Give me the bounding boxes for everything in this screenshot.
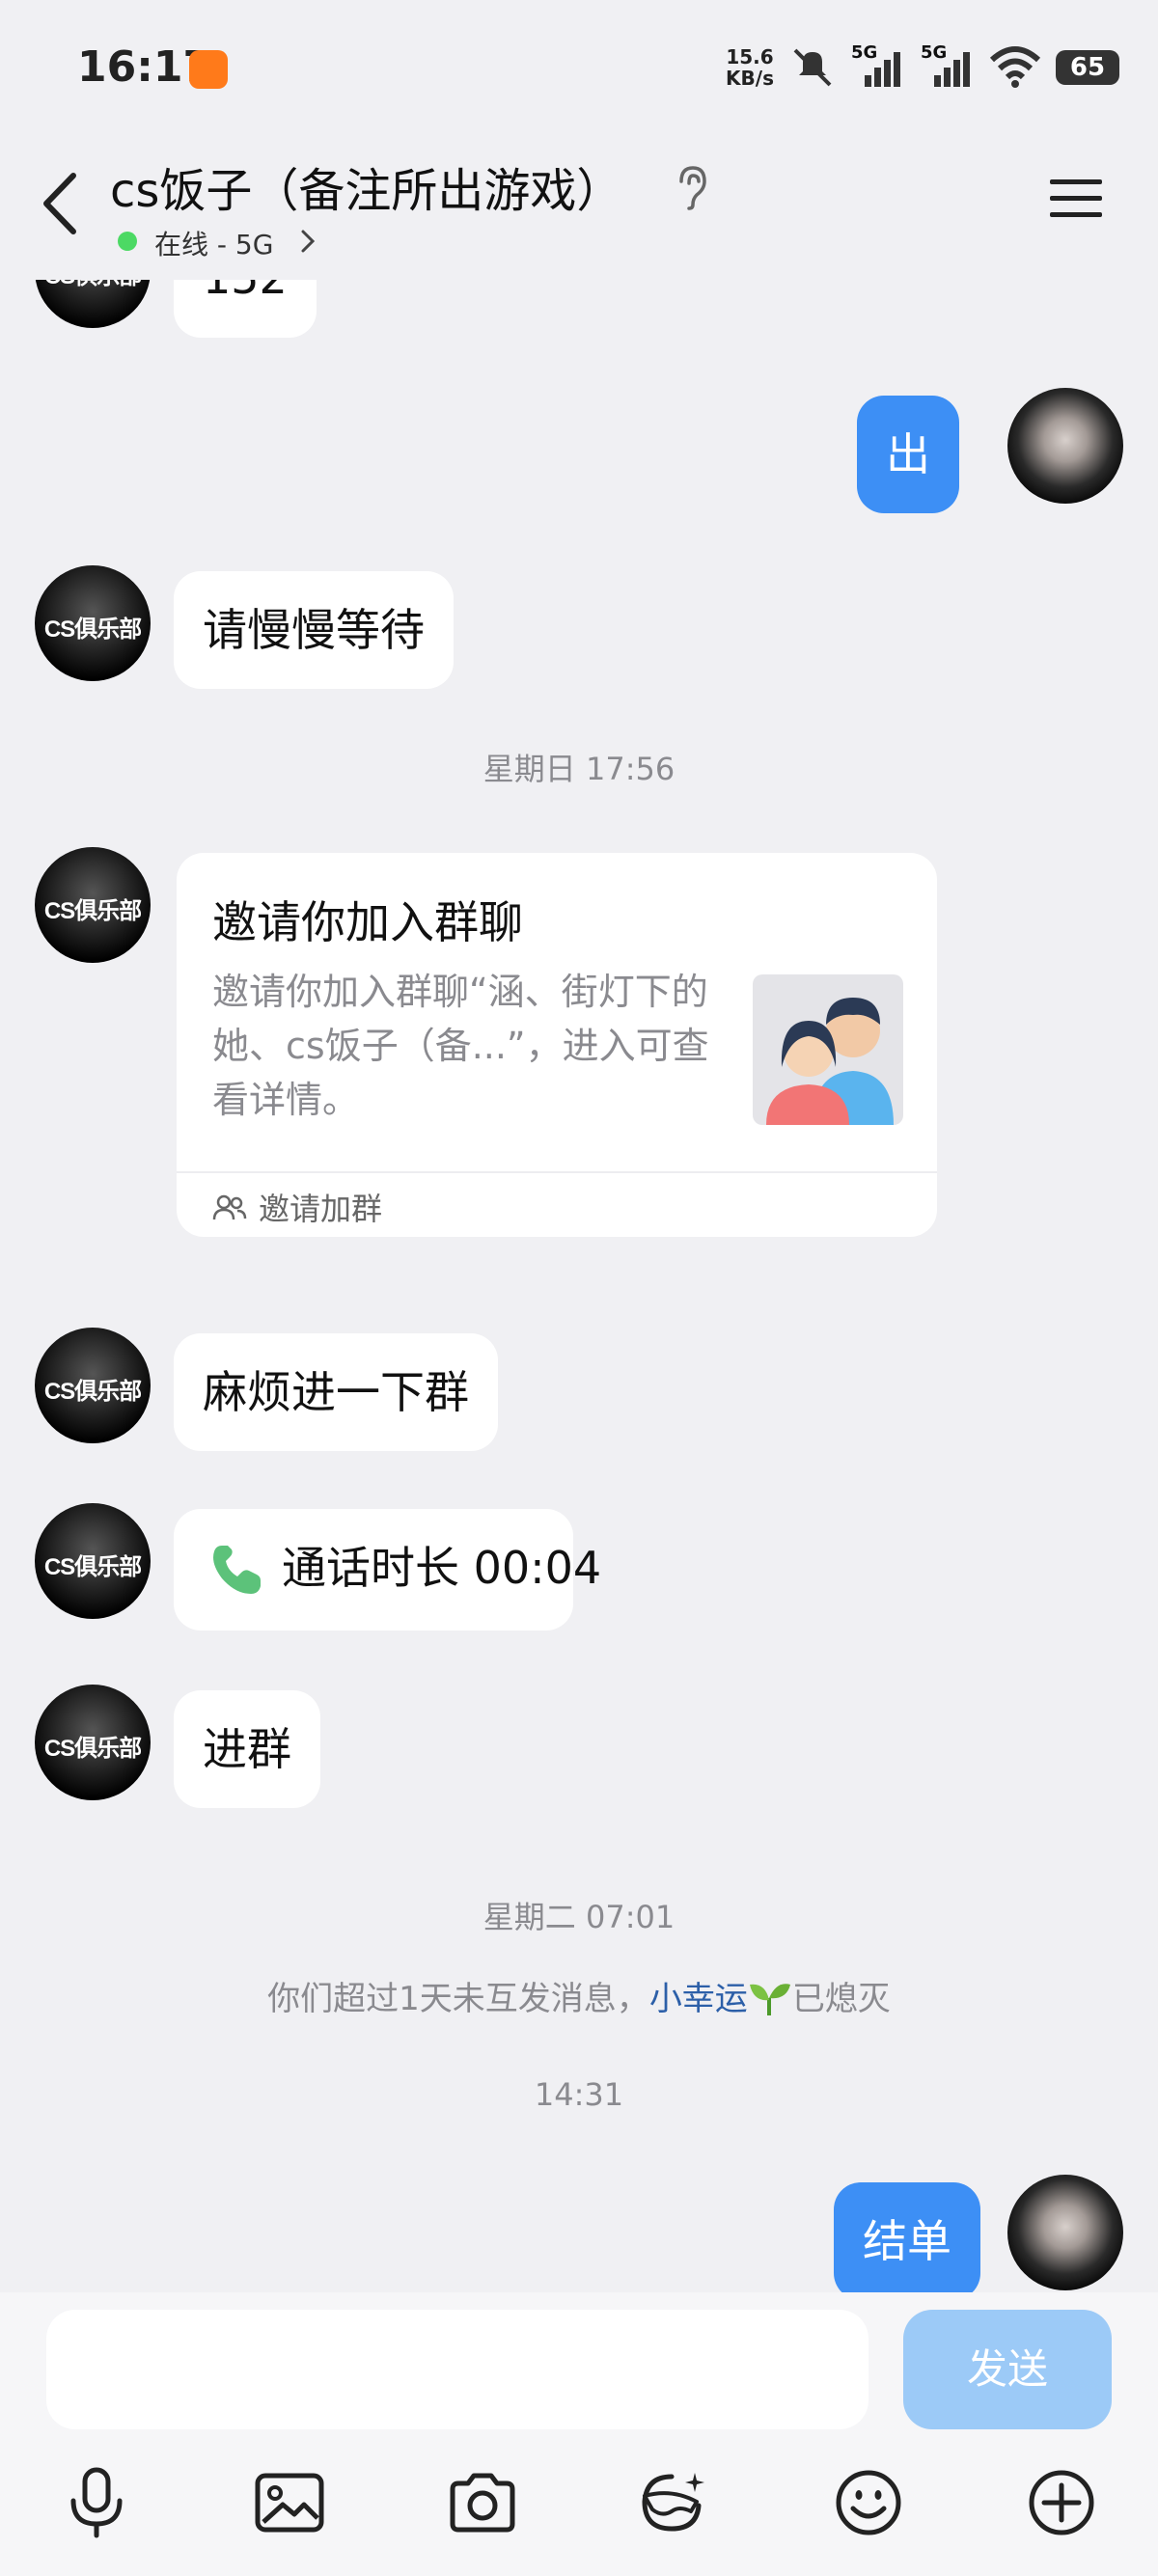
- chat-title[interactable]: cs饭子（备注所出游戏）: [110, 152, 622, 220]
- card-divider: [177, 1171, 937, 1173]
- contact-avatar[interactable]: CS俱乐部: [35, 1685, 151, 1800]
- invite-card-description: 邀请你加入群聊“涵、街灯下的她、cs饭子（备...”，进入可查看详情。: [212, 971, 709, 1121]
- menu-icon[interactable]: [1048, 178, 1104, 220]
- status-bar: 16:17 15.6 KB/s 5G 5G 65: [0, 0, 1158, 135]
- invite-card-title: 邀请你加入群聊: [212, 896, 523, 948]
- my-message-bubble[interactable]: 结单: [834, 2182, 980, 2300]
- app-notification-icon: [189, 50, 228, 89]
- invite-card-footer: 邀请加群: [259, 1191, 383, 1227]
- camera-icon[interactable]: [442, 2462, 523, 2543]
- message-bubble[interactable]: 麻烦进一下群: [174, 1333, 498, 1451]
- net-speed: 15.6 KB/s: [726, 45, 774, 90]
- contact-avatar[interactable]: CS俱乐部: [35, 1503, 151, 1619]
- chevron-right-icon[interactable]: [299, 228, 317, 255]
- emoji-icon[interactable]: [828, 2462, 909, 2543]
- online-status-dot: [118, 232, 137, 251]
- my-message-bubble[interactable]: 出: [857, 396, 959, 513]
- status-icons: 15.6 KB/s 5G 5G 65: [726, 39, 1119, 96]
- sprout-icon: [749, 1984, 790, 2015]
- group-icon: [212, 1194, 247, 1220]
- mute-icon: [793, 48, 832, 87]
- phone-icon: [213, 1546, 261, 1594]
- my-avatar[interactable]: [1007, 388, 1123, 504]
- contact-avatar[interactable]: CS俱乐部: [35, 847, 151, 963]
- plus-icon[interactable]: [1021, 2462, 1102, 2543]
- signal-5g-icon: 5G: [851, 42, 905, 89]
- group-avatar-image: [753, 974, 903, 1125]
- my-avatar[interactable]: [1007, 2175, 1123, 2290]
- ear-icon[interactable]: [676, 164, 710, 210]
- timestamp: 星期二 07:01: [482, 1899, 676, 1935]
- back-icon[interactable]: [39, 172, 83, 235]
- signal-5g-icon-2: 5G: [921, 42, 975, 89]
- message-bubble[interactable]: 请慢慢等待: [174, 571, 454, 689]
- timestamp: 星期日 17:56: [482, 751, 676, 787]
- call-duration: 通话时长 00:04: [282, 1542, 602, 1594]
- spark-link[interactable]: 小幸运: [649, 1980, 748, 2018]
- sticker-icon[interactable]: [633, 2462, 714, 2543]
- timestamp: 14:31: [534, 2076, 624, 2113]
- online-status-text[interactable]: 在线 - 5G: [154, 224, 273, 262]
- call-record-bubble[interactable]: 通话时长 00:04: [174, 1509, 601, 1631]
- contact-avatar[interactable]: CS俱乐部: [35, 565, 151, 681]
- mic-icon[interactable]: [56, 2462, 137, 2543]
- system-notice: 你们超过1天未互发消息，小幸运 已熄灭: [267, 1980, 891, 2018]
- wifi-icon: [990, 46, 1040, 88]
- battery-indicator: 65: [1056, 50, 1119, 85]
- message-input[interactable]: [46, 2310, 868, 2429]
- contact-avatar[interactable]: CS俱乐部: [35, 1328, 151, 1443]
- message-bubble[interactable]: 进群: [174, 1690, 320, 1808]
- send-button[interactable]: 发送: [903, 2310, 1112, 2429]
- image-icon[interactable]: [249, 2462, 330, 2543]
